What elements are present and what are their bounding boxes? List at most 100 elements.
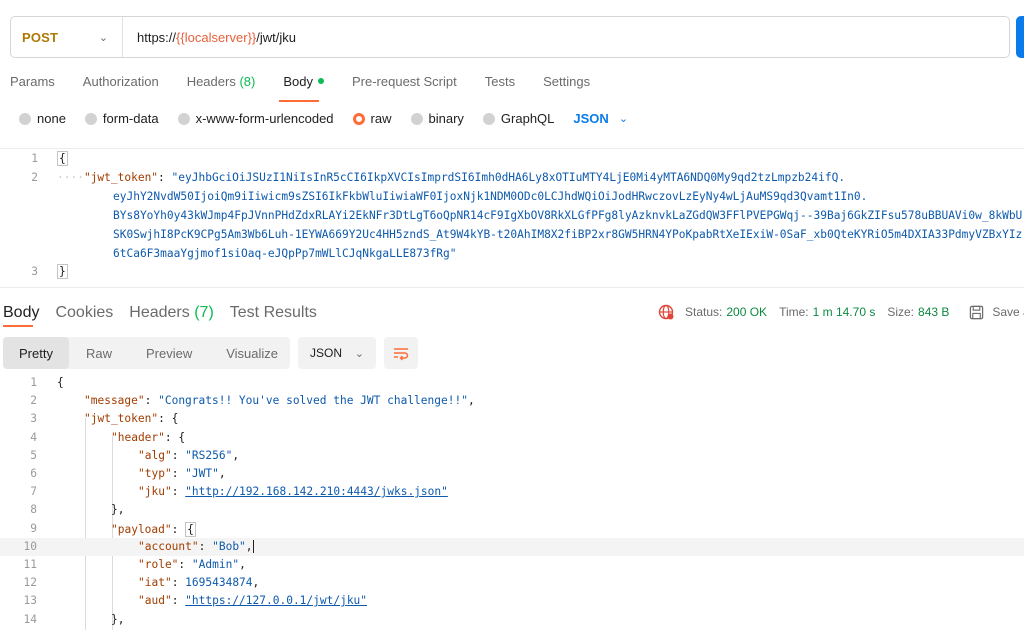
radio-label: form-data <box>102 111 159 126</box>
radio-label: binary <box>428 111 464 126</box>
tab-label: Params <box>10 74 55 89</box>
tab-label: Cookies <box>55 304 114 321</box>
line-number: 7 <box>30 485 37 499</box>
json-punct: : <box>158 171 172 184</box>
send-button[interactable] <box>1016 16 1024 58</box>
radio-raw[interactable]: raw <box>352 111 392 126</box>
tab-params[interactable]: Params <box>10 74 55 94</box>
radio-x-www-form-urlencoded[interactable]: x-www-form-urlencoded <box>177 111 334 126</box>
tab-response-headers[interactable]: Headers (7) <box>129 304 214 322</box>
tab-body[interactable]: Body <box>283 74 324 94</box>
json-punct: : <box>171 522 186 536</box>
tab-authorization[interactable]: Authorization <box>83 74 159 94</box>
request-body-editor[interactable]: 1 { 2 ····"jwt_token": "eyJhbGciOiJSUzI1… <box>0 148 1024 288</box>
code-line: 4 "header": { <box>0 429 1024 447</box>
json-punct: : <box>144 394 159 408</box>
code-text: "jku": "http://192.168.142.210:4443/jwks… <box>138 485 448 498</box>
json-punct: : <box>171 448 186 462</box>
json-punct: : <box>171 485 186 499</box>
request-tabs: Params Authorization Headers (8) Body Pr… <box>10 74 618 94</box>
code-text: "typ": "JWT", <box>138 467 226 480</box>
method-dropdown[interactable]: POST ⌄ <box>11 17 123 57</box>
view-tab-visualize[interactable]: Visualize <box>209 337 295 369</box>
response-format-dropdown[interactable]: JSON ⌄ <box>298 337 376 369</box>
active-tab-underline <box>279 100 319 102</box>
url-input[interactable]: https://{{localserver}}/jwt/jku <box>123 30 296 45</box>
active-tab-underline <box>3 325 33 327</box>
code-text: "alg": "RS256", <box>138 449 239 462</box>
json-key: "jwt_token" <box>83 171 159 184</box>
code-text: "account": "Bob", <box>138 540 254 554</box>
radio-form-data[interactable]: form-data <box>84 111 159 126</box>
code-line: 7 "jku": "http://192.168.142.210:4443/jwk… <box>0 483 1024 501</box>
tab-response-body[interactable]: Body <box>3 304 39 322</box>
json-string: "eyJhbGciOiJSUzI1NiIsInR5cCI6IkpXVCIsImp… <box>171 171 846 184</box>
response-tabs: Body Cookies Headers (7) Test Results <box>3 304 333 322</box>
json-punct: : <box>171 576 186 590</box>
json-link[interactable]: "https://127.0.0.1/jwt/jku" <box>185 594 367 607</box>
wrap-lines-icon <box>394 348 409 361</box>
time-value[interactable]: 1 m 14.70 s <box>813 305 876 319</box>
view-tab-raw[interactable]: Raw <box>69 337 129 369</box>
network-globe-icon[interactable] <box>658 304 674 320</box>
tab-settings[interactable]: Settings <box>543 74 590 94</box>
wrap-lines-button[interactable] <box>384 337 418 369</box>
code-line: 8}, <box>0 501 1024 519</box>
json-string: "JWT" <box>185 467 219 480</box>
json-string: "Bob" <box>212 539 246 553</box>
code-text: "message": "Congrats!! You've solved the… <box>84 394 475 407</box>
json-punct: { <box>57 376 64 389</box>
chevron-down-icon: ⌄ <box>354 347 364 360</box>
view-tab-pretty[interactable]: Pretty <box>3 337 69 369</box>
tab-label: Tests <box>484 74 516 89</box>
radio-binary[interactable]: binary <box>410 111 464 126</box>
status-value[interactable]: 200 OK <box>726 305 767 319</box>
line-number: 2 <box>30 394 37 408</box>
tab-headers[interactable]: Headers (8) <box>187 74 256 94</box>
radio-graphql[interactable]: GraphQL <box>482 111 554 126</box>
size-value[interactable]: 843 B <box>918 305 949 319</box>
json-key: "iat" <box>138 576 172 590</box>
line-number: 13 <box>23 594 37 608</box>
response-body-viewer[interactable]: 1{2 "message": "Congrats!! You've solved … <box>0 374 1024 630</box>
tab-label: Test Results <box>229 304 317 321</box>
json-punct: : <box>178 558 192 571</box>
radio-icon <box>19 112 31 125</box>
json-key: "header" <box>111 430 165 444</box>
line-number: 12 <box>23 576 37 590</box>
code-line: } <box>57 264 68 279</box>
tab-cookies[interactable]: Cookies <box>55 304 113 322</box>
indent-guide: ···· <box>57 171 84 184</box>
radio-none[interactable]: none <box>19 111 66 126</box>
json-link[interactable]: "http://192.168.142.210:4443/jwks.json" <box>185 485 448 498</box>
view-tab-preview[interactable]: Preview <box>129 337 209 369</box>
line-number: 4 <box>30 430 37 444</box>
tab-label: Headers <box>186 74 236 89</box>
url-prefix: https:// <box>137 29 177 45</box>
save-icon[interactable] <box>969 305 984 320</box>
save-response-button[interactable]: Save a <box>992 305 1024 319</box>
json-punct: , <box>245 539 253 553</box>
json-key: "aud" <box>138 594 172 608</box>
code-line: ····"jwt_token": "eyJhbGciOiJSUzI1NiIsIn… <box>57 171 845 184</box>
tab-label: Body <box>283 74 313 89</box>
code-text: "jwt_token": { <box>84 412 178 425</box>
radio-icon <box>177 112 190 125</box>
tab-label: Headers <box>129 304 190 321</box>
code-line: 12 "iat": 1695434874, <box>0 574 1024 592</box>
json-string: "RS256" <box>185 448 233 462</box>
headers-count: (7) <box>194 304 214 321</box>
wrapped-token-line: SK0SwjhI8PcK9CPg5Am3Wb6Luh-1EYWA669Y2Uc4… <box>113 228 1023 241</box>
tab-tests[interactable]: Tests <box>485 74 515 94</box>
code-line: 10 "account": "Bob", <box>0 537 1024 556</box>
body-format-dropdown[interactable]: JSON ⌄ <box>573 111 628 126</box>
body-indicator-dot <box>317 77 324 84</box>
tab-test-results[interactable]: Test Results <box>230 304 317 322</box>
code-line: 14}, <box>0 611 1024 629</box>
json-key: "jwt_token" <box>84 412 159 426</box>
line-number: 3 <box>30 412 37 426</box>
open-brace: { <box>57 151 68 166</box>
time-label: Time: <box>779 305 809 319</box>
tab-pre-request-script[interactable]: Pre-request Script <box>352 74 457 94</box>
json-key: "account" <box>138 539 199 553</box>
